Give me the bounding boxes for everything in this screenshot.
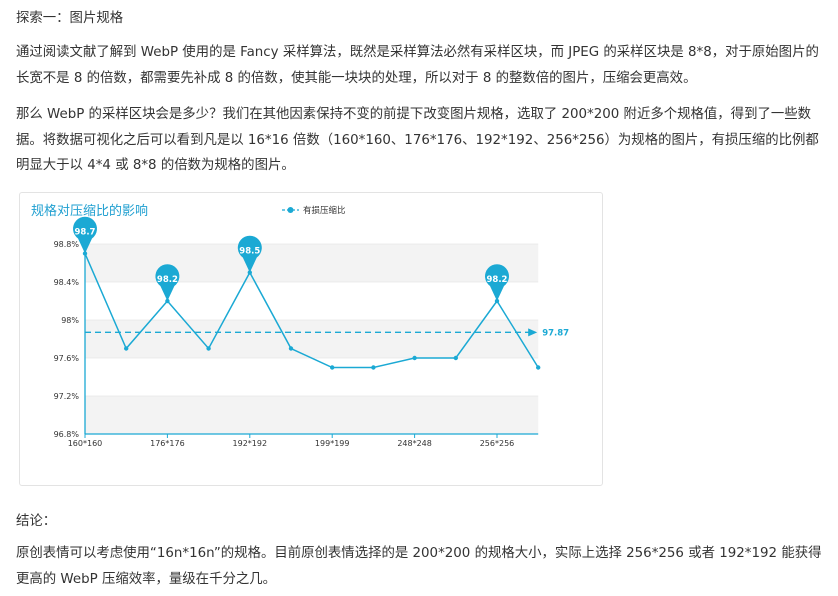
y-tick-label: 98% (61, 316, 79, 325)
x-tick-label: 176*176 (150, 439, 185, 448)
y-tick-label: 97.2% (54, 392, 80, 401)
pin-label: 98.2 (487, 275, 508, 285)
data-point (206, 346, 211, 351)
y-tick-label: 96.8% (54, 430, 80, 439)
y-tick-label: 97.6% (54, 354, 80, 363)
y-tick-label: 98.4% (54, 278, 80, 287)
legend-label: 有损压缩比 (303, 205, 346, 216)
intro-paragraph: 通过阅读文献了解到 WebP 使用的是 Fancy 采样算法，既然是采样算法必然… (16, 45, 819, 86)
data-point (412, 355, 417, 361)
conclusion-label: 结论： (16, 514, 57, 529)
x-tick-label: 192*192 (233, 439, 268, 448)
data-point (453, 355, 458, 361)
section-heading: 探索一：图片规格 (16, 11, 124, 26)
x-tick-label: 160*160 (68, 439, 103, 448)
chart-legend[interactable]: 有损压缩比 (282, 205, 346, 216)
conclusion-paragraph: 原创表情可以考虑使用“16n*16n”的规格。目前原创表情选择的是 200*20… (16, 546, 822, 587)
chart-canvas: 规格对压缩比的影响 有损压缩比 96.8% 97.2% 97.6% 98% 98.4% 9… (31, 203, 569, 448)
data-point (371, 365, 376, 370)
data-point (330, 365, 335, 370)
experiment-paragraph: 那么 WebP 的采样区块会是多少？我们在其他因素保持不变的前提下改变图片规格，… (16, 107, 819, 173)
grid-band (85, 396, 539, 434)
grid-band (85, 244, 539, 282)
x-tick-label: 248*248 (397, 439, 432, 448)
x-tick-label: 256*256 (480, 439, 515, 448)
average-label: 97.87 (542, 328, 569, 338)
legend-marker-icon (287, 207, 294, 213)
x-tick-label: 199*199 (315, 439, 350, 448)
pin-label: 98.5 (239, 247, 260, 257)
data-point (288, 346, 294, 351)
data-point (536, 365, 541, 370)
data-point (124, 346, 129, 351)
pin-label: 98.2 (157, 275, 178, 285)
y-tick-label: 98.8% (54, 240, 80, 249)
pin-label: 98.7 (75, 228, 96, 238)
compression-chart: 规格对压缩比的影响 有损压缩比 96.8% 97.2% 97.6% 98% 98.4% 9… (19, 192, 603, 486)
chart-title: 规格对压缩比的影响 (31, 203, 148, 219)
